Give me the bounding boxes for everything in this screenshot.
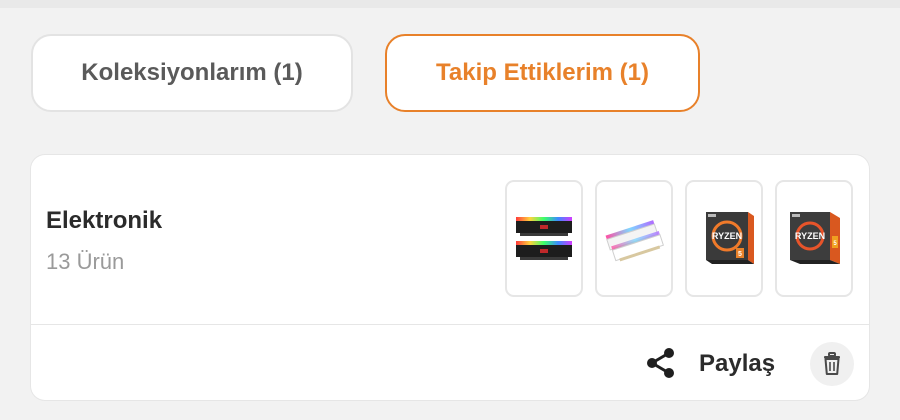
ram-rgb-black-image [516,216,572,260]
card-divider [31,324,869,325]
product-thumbnail[interactable] [505,180,583,297]
collection-title: Elektronik [46,207,163,234]
top-edge [0,0,900,8]
product-thumbnail[interactable] [595,180,673,297]
product-thumbnail[interactable]: RYZEN 5 [775,180,853,297]
tab-collections-label: Koleksiyonlarım (1) [81,59,303,86]
product-thumbnail[interactable]: RYZEN 5 [685,180,763,297]
ryzen-box-image: RYZEN 5 [790,211,840,264]
tab-following-label: Takip Ettiklerim (1) [436,59,649,86]
svg-text:RYZEN: RYZEN [712,231,742,241]
delete-button[interactable] [810,342,854,386]
share-icon[interactable] [643,345,679,381]
ram-rgb-white-image [605,219,664,261]
trash-icon [824,352,840,375]
collection-card[interactable]: Elektronik 13 Ürün RYZEN 5 RYZEN 5 Payla… [31,155,869,400]
share-button-label[interactable]: Paylaş [699,350,775,378]
ryzen-box-image: RYZEN 5 [706,211,754,264]
svg-text:RYZEN: RYZEN [795,231,825,241]
tab-following[interactable]: Takip Ettiklerim (1) [385,34,700,112]
tab-collections[interactable]: Koleksiyonlarım (1) [31,34,353,112]
collection-count: 13 Ürün [46,249,125,274]
svg-text:5: 5 [738,251,742,258]
